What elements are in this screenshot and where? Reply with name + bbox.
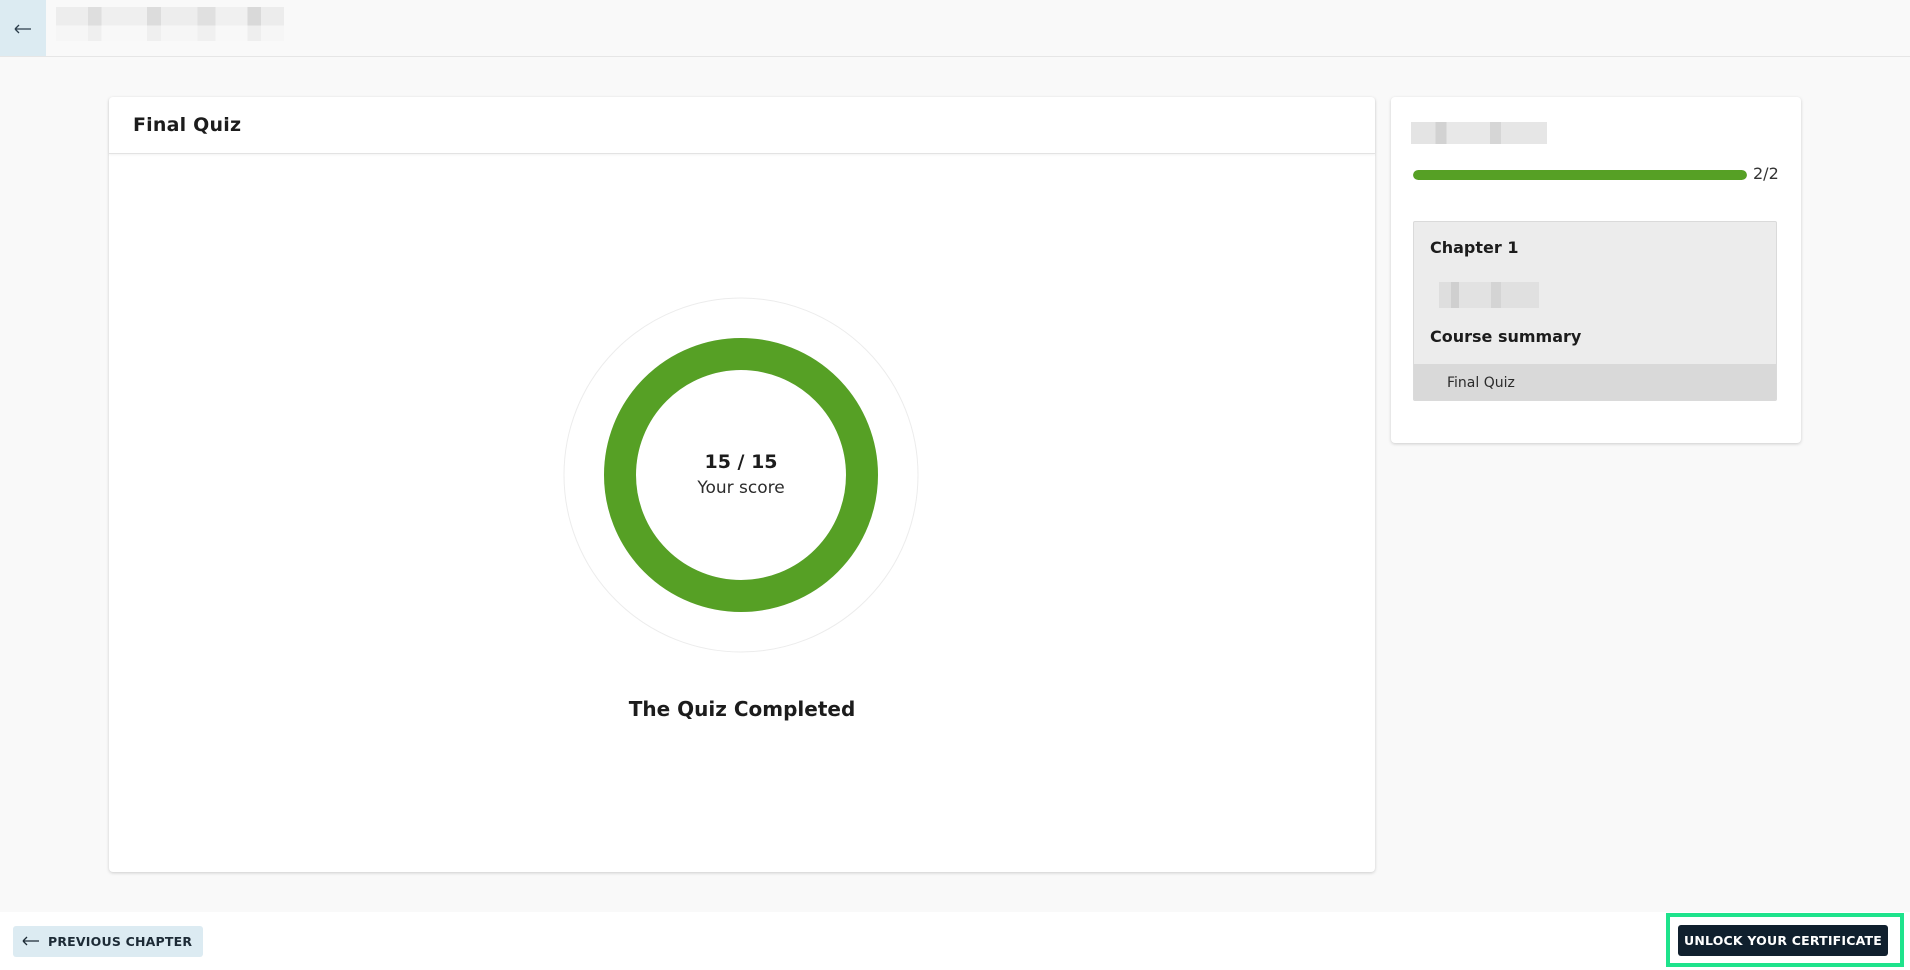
back-button[interactable] xyxy=(0,0,46,56)
score-donut-chart: 15 / 15 Your score xyxy=(563,297,919,653)
previous-chapter-button[interactable]: PREVIOUS CHAPTER xyxy=(13,926,204,957)
chapter-lesson-redacted[interactable] xyxy=(1439,282,1539,308)
course-outline-panel: 2/2 Chapter 1 Course summary Final Quiz xyxy=(1391,97,1801,443)
arrow-left-icon xyxy=(14,19,32,38)
quiz-card: Final Quiz 15 / 15 Your score The Quiz C… xyxy=(109,97,1375,872)
score-value: 15 / 15 xyxy=(704,451,778,473)
sidebar-item-final-quiz[interactable]: Final Quiz xyxy=(1414,364,1776,400)
unlock-certificate-button[interactable]: UNLOCK YOUR CERTIFICATE xyxy=(1678,925,1888,956)
chapter-section: Chapter 1 Course summary Final Quiz xyxy=(1413,221,1777,401)
arrow-left-icon xyxy=(22,934,40,949)
quiz-card-header: Final Quiz xyxy=(109,97,1375,154)
bottom-navigation-bar: PREVIOUS CHAPTER UNLOCK YOUR CERTIFICATE xyxy=(0,912,1910,970)
sidebar-item-label: Final Quiz xyxy=(1447,375,1515,391)
previous-chapter-label: PREVIOUS CHAPTER xyxy=(48,934,193,949)
quiz-title: Final Quiz xyxy=(133,114,242,136)
course-progress-fill xyxy=(1413,170,1747,180)
course-progress-bar xyxy=(1413,170,1747,180)
score-text-group: 15 / 15 Your score xyxy=(563,297,919,653)
chapter-title[interactable]: Chapter 1 xyxy=(1430,238,1518,257)
course-summary-title[interactable]: Course summary xyxy=(1430,327,1581,346)
course-title-redacted xyxy=(56,7,284,41)
score-label: Your score xyxy=(697,478,785,498)
top-bar xyxy=(0,0,1910,57)
course-name-redacted xyxy=(1411,122,1547,144)
quiz-completed-message: The Quiz Completed xyxy=(628,697,856,721)
course-progress-count: 2/2 xyxy=(1753,164,1779,183)
